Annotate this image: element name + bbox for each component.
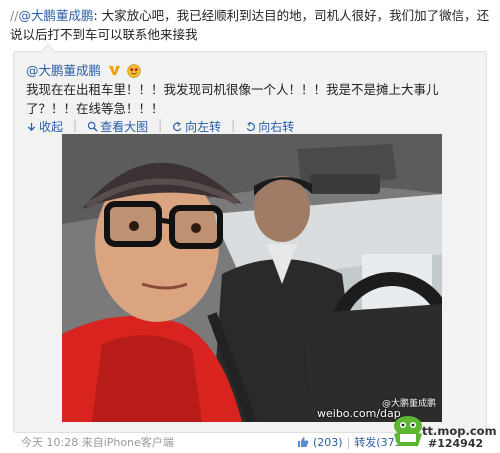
magnifier-icon <box>87 121 98 132</box>
rotate-right-button[interactable]: 向右转 <box>245 118 294 135</box>
source-link[interactable]: iPhone客户端 <box>104 436 174 449</box>
site-watermark: tt.mop.com #124942 <box>388 410 498 453</box>
collapse-arrow-icon <box>27 122 36 132</box>
site-post-id: #124942 <box>428 437 484 450</box>
collapse-button[interactable]: 收起 <box>26 118 63 135</box>
post-meta: 今天 10:28 来自iPhone客户端 <box>21 434 174 450</box>
post-stats: (203) | 转发(375 <box>297 434 402 450</box>
original-author-link[interactable]: @大鹏董成鹏 <box>26 63 101 78</box>
taxi-selfie-illustration <box>62 134 442 422</box>
original-author-line: @大鹏董成鹏 <box>26 60 141 79</box>
original-post-text: 我现在在出租车里！！！我发现司机很像一个人！！！我是不是摊上大事儿了？！！在线等… <box>26 82 439 116</box>
stats-divider: | <box>346 435 351 449</box>
smiley-icon <box>127 64 141 78</box>
rotate-right-icon <box>246 121 256 132</box>
collapse-label: 收起 <box>39 120 64 134</box>
like-count[interactable]: (203) <box>313 436 343 449</box>
rotate-left-label: 向左转 <box>185 120 222 134</box>
v-badge-icon <box>108 65 121 76</box>
view-large-button[interactable]: 查看大图 <box>87 118 148 135</box>
rotate-right-label: 向右转 <box>258 120 295 134</box>
repost-mention-link[interactable]: @大鹏董成鹏 <box>18 8 93 23</box>
site-name: tt.mop.com <box>422 424 497 438</box>
card-pointer <box>40 44 56 52</box>
view-large-label: 查看大图 <box>100 120 149 134</box>
action-divider: | <box>231 118 236 132</box>
source-prefix: 来自 <box>81 436 104 449</box>
rotate-left-button[interactable]: 向左转 <box>172 118 221 135</box>
rotate-left-icon <box>173 121 182 132</box>
post-photo[interactable]: @大鹏董成鹏 weibo.com/dap <box>62 134 442 422</box>
image-action-bar: 收起 | 查看大图 | 向左转 | 向右转 <box>26 118 294 135</box>
repost-text: //@大鹏董成鹏: 大家放心吧，我已经顺利到达目的地，司机人很好，我们加了微信，… <box>10 6 494 44</box>
action-divider: | <box>73 118 78 132</box>
action-divider: | <box>158 118 163 132</box>
thumbs-up-icon[interactable] <box>297 436 309 448</box>
post-time[interactable]: 今天 10:28 <box>21 436 78 449</box>
